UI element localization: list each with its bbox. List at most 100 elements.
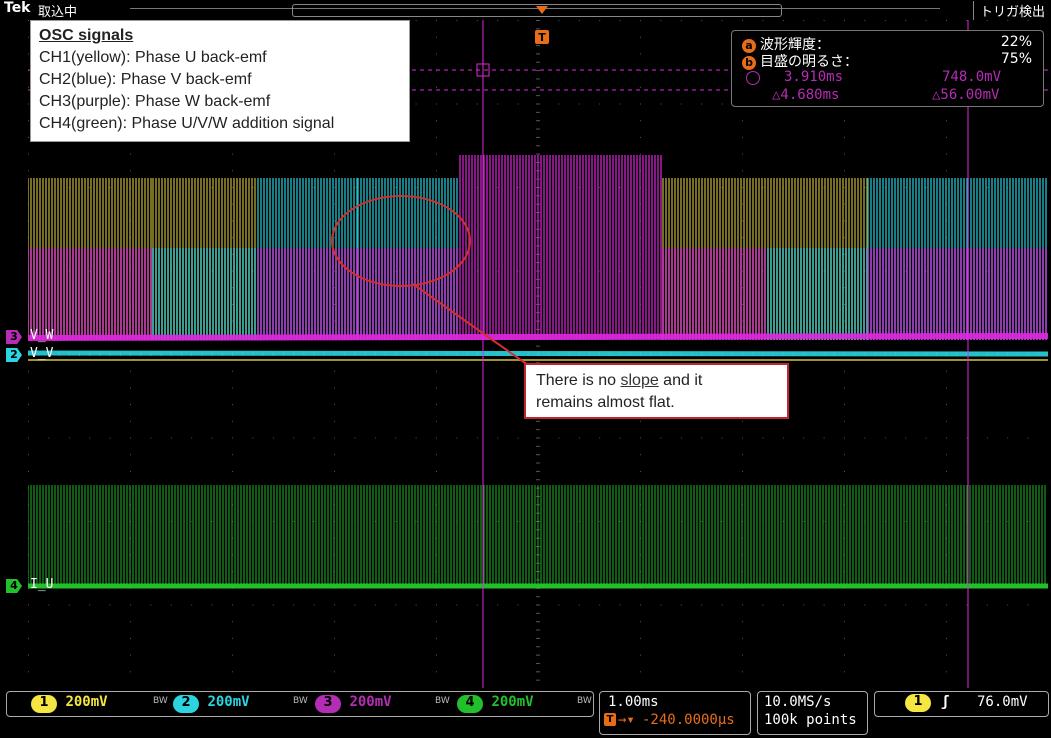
grid-dot [415,437,417,439]
grid-dot [1027,20,1029,21]
grid-dot [109,437,111,439]
waveform-intensity-value: 22% [1000,34,1032,50]
ch1-setting[interactable]: 1 200mV [31,694,108,713]
grid-dot [946,136,947,138]
grid-dot [170,437,172,439]
note-line-ch2: CH2(blue): Phase V back-emf [39,71,252,88]
waveform-burst [152,248,256,340]
grid-dot [395,187,397,188]
grid-dot [28,103,29,105]
acquisition-settings[interactable]: 10.0MS/s 100k points [757,691,868,735]
grid-dot [640,103,641,105]
cursor-delta-voltage: △56.00mV [932,87,1000,103]
grid-tick [536,479,540,481]
grid-dot [640,420,641,422]
grid-dot [436,437,437,439]
grid-dot [884,20,886,21]
measurement-panel[interactable]: a 波形輝度： 22% b 目盛の明るさ： 75% 3.910ms 748.0mV … [731,30,1044,107]
grid-dot [640,654,641,656]
grid-dot [334,671,335,673]
grid-dot [660,437,662,439]
horizontal-settings[interactable]: 1.00ms T →▾ -240.0000µs [599,691,751,735]
ch3-setting[interactable]: 3 200mV [315,694,392,713]
grid-tick [536,454,540,456]
grid-dot [232,437,233,439]
grid-dot [844,203,845,205]
grid-dot [742,303,743,305]
grid-dot [578,20,580,21]
grid-dot [497,521,499,522]
grid-dot [232,604,233,606]
brand-logo: Tek [4,0,31,16]
grid-dot [823,20,825,21]
grid-dot [986,437,988,439]
grid-dot [1027,437,1029,439]
grid-dot [517,437,519,439]
grid-dot [946,654,947,656]
grid-dot [130,370,131,372]
grid-dot [640,86,641,88]
ch3-scale: 200mV [349,694,392,710]
grid-dot [925,521,927,522]
grid-dot [619,604,621,606]
ch3-badge: 3 [315,695,341,713]
grid-tick [536,420,540,422]
grid-dot [476,103,478,105]
grid-dot [232,671,233,673]
grid-dot [130,404,131,406]
grid-dot [742,270,743,272]
grid-dot [130,437,131,439]
grid-dot [599,103,601,105]
grid-dot [946,420,947,422]
ch4-setting[interactable]: 4 200mV [457,694,534,713]
ch3-trace [28,333,1048,341]
grid-dot [558,604,560,606]
grid-dot [660,604,662,606]
grid-dot [232,303,233,305]
grid-dot [844,153,845,155]
grid-dot [334,387,335,389]
grid-dot [742,203,743,205]
trigger-settings[interactable]: 1 ʃ 76.0mV [874,691,1049,717]
grid-dot [436,404,437,406]
grid-dot [742,220,743,222]
grid-dot [456,20,458,21]
grid-dot [905,20,907,21]
grid-dot [986,604,988,606]
grid-dot [232,153,233,155]
ch2-ground-marker[interactable]: 2 [6,348,22,362]
grid-tick [536,103,540,105]
grid-dot [946,387,947,389]
grid-dot [232,654,233,656]
cursor-delta-time: △4.680ms [772,87,840,103]
ch4-ground-marker[interactable]: 4 [6,579,22,593]
grid-dot [232,621,233,623]
grid-dot [334,220,335,222]
grid-dot [109,604,111,606]
grid-dot [986,270,988,272]
trigger-position-icon[interactable]: T [532,4,552,46]
grid-dot [986,187,988,188]
ch3-label: V_W [30,328,54,343]
grid-dot [1007,437,1009,439]
grid-dot [844,637,845,639]
ch3-burst [459,155,662,340]
grid-dot [986,20,988,21]
grid-dot [844,287,845,289]
grid-dot [721,437,723,439]
grid-dot [456,437,458,439]
ch4-badge: 4 [457,695,483,713]
ch3-ground-marker[interactable]: 3 [6,330,22,344]
grid-dot [130,654,131,656]
grid-tick [536,78,540,80]
grid-dot [89,437,91,439]
grid-dot [170,604,172,606]
grid-dot [252,437,254,439]
grid-dot [844,437,845,439]
grid-dot [742,621,743,623]
grid-dot [415,521,417,522]
grid-dot [640,153,641,155]
grid-dot [354,437,356,439]
ch2-setting[interactable]: 2 200mV [173,694,250,713]
grid-dot [232,420,233,422]
